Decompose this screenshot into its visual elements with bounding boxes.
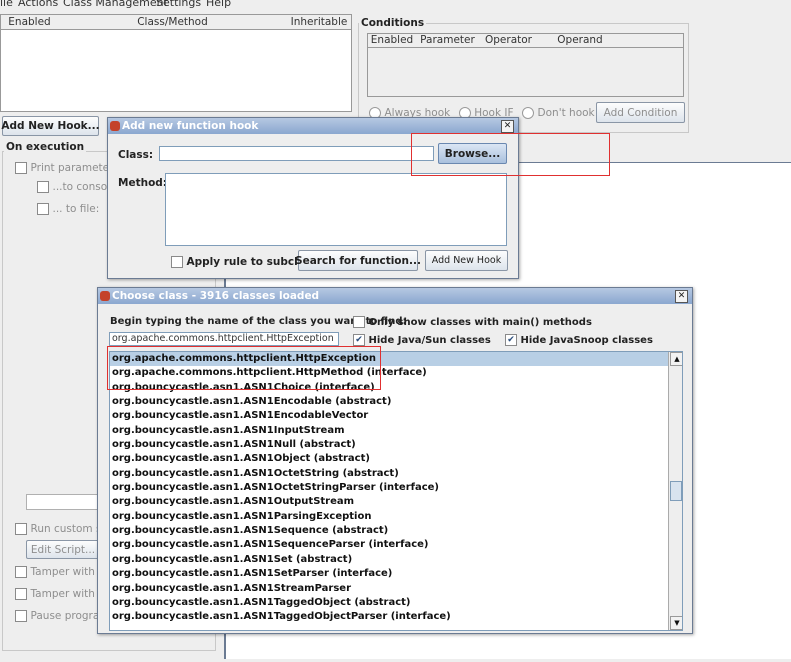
class-list-item[interactable]: org.bouncycastle.asn1.ASN1Encodable (abs… (110, 395, 668, 409)
class-list-item[interactable]: org.bouncycastle.asn1.ASN1EncodableVecto… (110, 409, 668, 423)
print-parameters-row: Print parameters (15, 161, 119, 174)
scroll-thumb[interactable] (670, 481, 682, 501)
class-list-item[interactable]: org.bouncycastle.asn1.ASN1OutputStream (110, 495, 668, 509)
class-list-item[interactable]: org.bouncycastle.asn1.ASN1Sequence (abst… (110, 524, 668, 538)
menu-bar: ile Actions Class Management Settings He… (0, 0, 791, 12)
add-new-hook-button[interactable]: Add New Hook... (1, 116, 100, 136)
col-class-method[interactable]: Class/Method (58, 15, 288, 30)
add-hook-titlebar: Add new function hook ✕ (108, 118, 518, 134)
class-list-item[interactable]: org.bouncycastle.asn1.ASN1Set (abstract) (110, 553, 668, 567)
col-cond-enabled[interactable]: Enabled (368, 34, 417, 48)
run-custom-script-row: Run custom sc (15, 522, 107, 535)
to-file-row: ... to file: (37, 202, 99, 215)
close-icon[interactable]: ✕ (501, 120, 514, 133)
to-console-row: ...to console (37, 180, 117, 193)
col-operator[interactable]: Operator (479, 34, 539, 48)
add-condition-button[interactable]: Add Condition (596, 102, 685, 123)
hooks-table[interactable]: Enabled Class/Method Inheritable (0, 14, 352, 112)
tamper-return-checkbox[interactable] (15, 588, 27, 600)
tamper-params-checkbox[interactable] (15, 566, 27, 578)
radio-dont-hook-if[interactable] (522, 107, 535, 119)
to-console-checkbox[interactable] (37, 181, 49, 193)
apply-rule-checkbox[interactable] (171, 256, 183, 268)
pause-program-checkbox[interactable] (15, 610, 27, 622)
only-main-row: Only show classes with main() methods (353, 315, 592, 328)
method-label: Method: (118, 177, 167, 189)
only-main-label: Only show classes with main() methods (368, 317, 592, 328)
menu-settings[interactable]: Settings (156, 0, 201, 9)
hide-java-sun-checkbox[interactable] (353, 334, 365, 346)
menu-file[interactable]: ile (0, 0, 13, 9)
menu-actions[interactable]: Actions (18, 0, 58, 9)
choose-class-title: Choose class - 3916 classes loaded (112, 290, 320, 302)
class-list-items: org.apache.commons.httpclient.HttpExcept… (110, 352, 668, 625)
class-list-item[interactable]: org.bouncycastle.asn1.ASN1SetParser (int… (110, 567, 668, 581)
class-search-input[interactable]: org.apache.commons.httpclient.HttpExcept… (109, 332, 339, 346)
class-label: Class: (118, 149, 154, 161)
hide-javasnoop-label: Hide JavaSnoop classes (520, 335, 653, 346)
print-parameters-checkbox[interactable] (15, 162, 27, 174)
run-custom-script-label: Run custom sc (30, 523, 108, 535)
class-list-item[interactable]: org.bouncycastle.asn1.ASN1TaggedObjectPa… (110, 610, 668, 624)
hide-javasnoop-checkbox[interactable] (505, 334, 517, 346)
class-list[interactable]: org.apache.commons.httpclient.HttpExcept… (109, 351, 683, 631)
class-list-item[interactable]: org.bouncycastle.asn1.ASN1OctetStringPar… (110, 481, 668, 495)
col-parameter[interactable]: Parameter (416, 34, 480, 48)
app-icon-2 (100, 291, 110, 301)
col-inheritable[interactable]: Inheritable (287, 15, 351, 30)
class-list-item[interactable]: org.bouncycastle.asn1.ASN1InputStream (110, 424, 668, 438)
class-list-item[interactable]: org.bouncycastle.asn1.ASN1Null (abstract… (110, 438, 668, 452)
choose-class-titlebar: Choose class - 3916 classes loaded ✕ (98, 288, 692, 304)
pause-program-row: Pause program (15, 609, 110, 622)
choose-class-dialog: Choose class - 3916 classes loaded ✕ Beg… (97, 287, 693, 634)
hide-javasnoop-row: Hide JavaSnoop classes (505, 333, 653, 346)
class-list-scrollbar[interactable]: ▲ ▼ (668, 352, 682, 630)
menu-help[interactable]: Help (206, 0, 231, 9)
to-file-checkbox[interactable] (37, 203, 49, 215)
add-hook-title: Add new function hook (122, 120, 259, 132)
annotation-box-classes (107, 346, 381, 390)
class-field[interactable] (159, 146, 434, 161)
to-file-label: ... to file: (52, 203, 100, 215)
only-main-checkbox[interactable] (353, 316, 365, 328)
print-parameters-label: Print parameters (30, 162, 119, 174)
class-list-item[interactable]: org.bouncycastle.asn1.ASN1OctetString (a… (110, 467, 668, 481)
col-blank (622, 34, 683, 48)
menu-class-management[interactable]: Class Management (63, 0, 168, 9)
tamper-return-row: Tamper with re (15, 587, 109, 600)
hide-java-sun-label: Hide Java/Sun classes (368, 335, 491, 346)
class-list-item[interactable]: org.bouncycastle.asn1.ASN1Object (abstra… (110, 452, 668, 466)
app-icon (110, 121, 120, 131)
close-icon[interactable]: ✕ (675, 290, 688, 303)
conditions-table[interactable]: Enabled Parameter Operator Operand (367, 33, 684, 97)
hide-java-sun-row: Hide Java/Sun classes (353, 333, 491, 346)
annotation-box-browse (411, 133, 610, 176)
add-hook-confirm-button[interactable]: Add New Hook (425, 250, 508, 271)
on-execution-title: On execution (4, 141, 87, 153)
class-list-item[interactable]: org.bouncycastle.asn1.ASN1TaggedObject (… (110, 596, 668, 610)
run-custom-script-checkbox[interactable] (15, 523, 27, 535)
class-list-item[interactable]: org.bouncycastle.asn1.ASN1ParsingExcepti… (110, 510, 668, 524)
search-function-button[interactable]: Search for function... (295, 250, 421, 271)
conditions-title: Conditions (359, 17, 427, 29)
class-list-item[interactable]: org.bouncycastle.asn1.ASN1StreamParser (110, 582, 668, 596)
col-operand[interactable]: Operand (538, 34, 623, 48)
method-field[interactable] (165, 173, 507, 246)
edit-script-button[interactable]: Edit Script... (26, 540, 100, 559)
script-path-field[interactable] (26, 494, 101, 510)
scroll-up-icon[interactable]: ▲ (670, 352, 682, 366)
scroll-down-icon[interactable]: ▼ (670, 616, 682, 630)
col-enabled[interactable]: Enabled (1, 15, 59, 30)
class-list-item[interactable]: org.bouncycastle.asn1.ASN1SequenceParser… (110, 538, 668, 552)
